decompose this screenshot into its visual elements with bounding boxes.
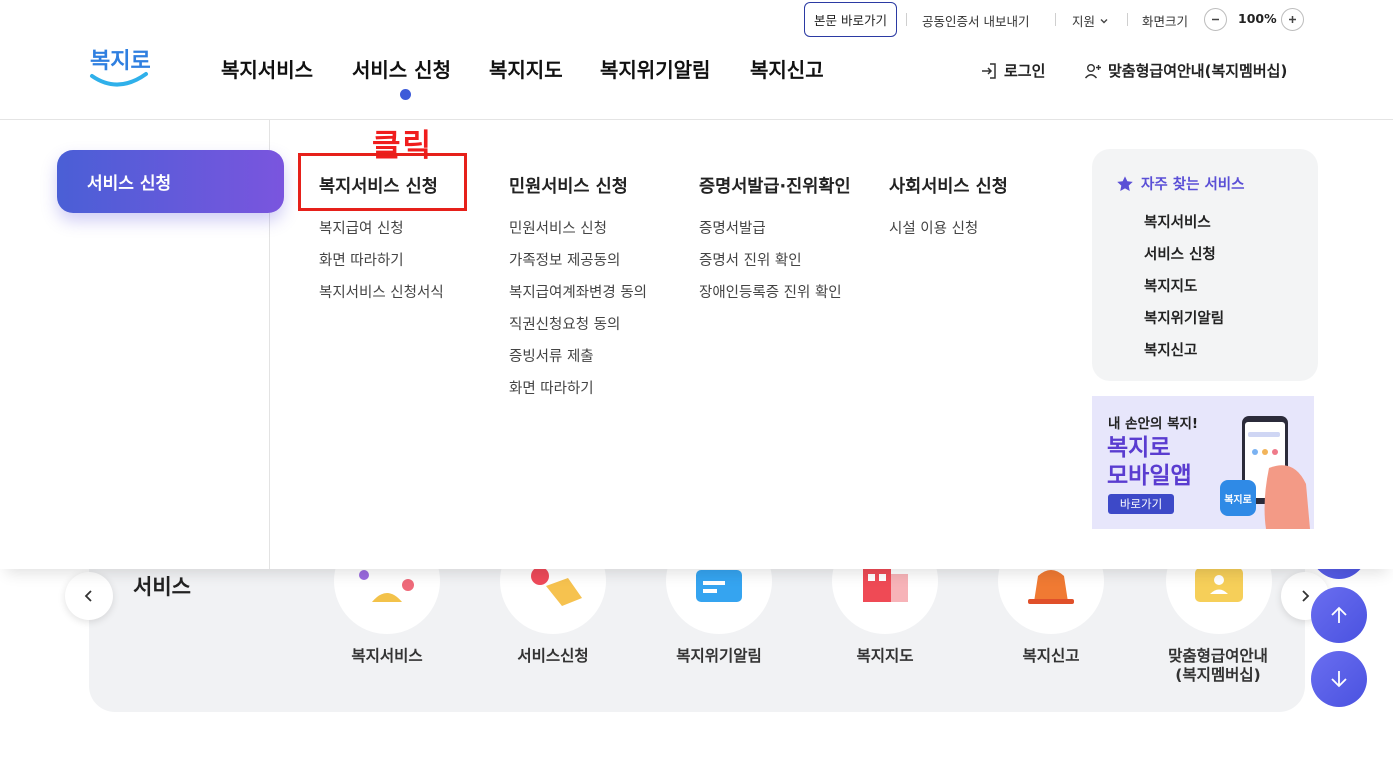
favorites-panel: 자주 찾는 서비스 복지서비스 서비스 신청 복지지도 복지위기알림 복지신고 <box>1092 149 1318 381</box>
zoom-out-button[interactable] <box>1204 8 1227 31</box>
service-shortcut-label: 복지서비스 <box>351 647 423 665</box>
chevron-right-icon <box>1302 590 1310 602</box>
chevron-left-icon <box>84 590 92 602</box>
service-shortcut-label: 복지지도 <box>856 647 914 665</box>
menu-item[interactable]: 복지급여계좌변경 동의 <box>509 281 647 302</box>
favorites-title-label: 자주 찾는 서비스 <box>1141 177 1245 193</box>
membership-link[interactable]: 맞춤형급여안내(복지멤버십) <box>1084 60 1287 81</box>
utility-bar: 본문 바로가기 공동인증서 내보내기 지원 화면크기 100% <box>0 2 1393 38</box>
carousel-prev-button[interactable] <box>65 572 113 620</box>
site-logo[interactable]: 복지로 <box>86 38 151 92</box>
menu-item[interactable]: 시설 이용 신청 <box>889 217 978 238</box>
cert-export-link[interactable]: 공동인증서 내보내기 <box>922 11 1029 30</box>
nav-welfare-crisis-alert[interactable]: 복지위기알림 <box>600 54 710 83</box>
favorites-title: 자주 찾는 서비스 <box>1116 173 1244 194</box>
service-shortcut-label: 복지위기알림 <box>676 647 762 665</box>
membership-label: 맞춤형급여안내(복지멤버십) <box>1108 62 1288 80</box>
favorite-item[interactable]: 복지지도 <box>1144 275 1197 296</box>
zoom-in-button[interactable] <box>1281 8 1304 31</box>
nav-welfare-map[interactable]: 복지지도 <box>489 54 563 83</box>
plus-icon <box>1289 16 1296 23</box>
banner-title-line: 복지로 <box>1107 435 1171 461</box>
menu-item[interactable]: 증빙서류 제출 <box>509 345 594 366</box>
menu-item[interactable]: 장애인등록증 진위 확인 <box>699 281 842 302</box>
menu-item[interactable]: 민원서비스 신청 <box>509 217 607 238</box>
mega-menu-active-category[interactable]: 서비스 신청 <box>57 150 284 213</box>
svg-text:복지로: 복지로 <box>90 49 150 74</box>
menu-heading-civil-apply[interactable]: 민원서비스 신청 <box>509 173 628 198</box>
menu-heading-certificate[interactable]: 증명서발급·진위확인 <box>699 173 851 198</box>
menu-heading-welfare-apply[interactable]: 복지서비스 신청 <box>319 173 438 198</box>
support-label: 지원 <box>1072 14 1096 29</box>
divider <box>1055 13 1056 26</box>
app-icon: 복지로 <box>1220 480 1256 516</box>
arrow-down-icon <box>1331 671 1347 688</box>
minus-icon <box>1212 18 1219 21</box>
mobile-app-banner[interactable]: 내 손안의 복지! 복지로 모바일앱 바로가기 복지로 <box>1092 396 1314 529</box>
scroll-bottom-button[interactable] <box>1311 651 1367 707</box>
banner-title: 복지로 모바일앱 <box>1107 434 1192 490</box>
nav-welfare-report[interactable]: 복지신고 <box>750 54 824 83</box>
menu-heading-social-service[interactable]: 사회서비스 신청 <box>889 173 1008 198</box>
menu-item[interactable]: 복지서비스 신청서식 <box>319 281 444 302</box>
mega-menu-dropdown: 서비스 신청 클릭 복지서비스 신청 복지급여 신청 화면 따라하기 복지서비스… <box>0 120 1393 569</box>
arrow-up-icon <box>1331 606 1347 623</box>
service-shortcut-label: 맞춤형급여안내 (복지멤버십) <box>1168 647 1268 684</box>
zoom-value: 100% <box>1238 11 1277 26</box>
menu-item[interactable]: 화면 따라하기 <box>509 377 594 398</box>
zoom-label: 화면크기 <box>1142 14 1189 29</box>
menu-item[interactable]: 가족정보 제공동의 <box>509 249 620 270</box>
divider <box>1127 13 1128 26</box>
menu-item[interactable]: 화면 따라하기 <box>319 249 404 270</box>
favorite-item[interactable]: 서비스 신청 <box>1144 243 1216 264</box>
nav-welfare-service[interactable]: 복지서비스 <box>221 54 313 83</box>
favorite-item[interactable]: 복지서비스 <box>1144 211 1211 232</box>
nav-service-apply[interactable]: 서비스 신청 <box>352 54 451 83</box>
favorite-item[interactable]: 복지위기알림 <box>1144 307 1224 328</box>
banner-title-line: 모바일앱 <box>1107 463 1192 489</box>
star-icon <box>1117 175 1133 191</box>
service-shortcut-label: 서비스신청 <box>517 647 589 665</box>
menu-item[interactable]: 직권신청요청 동의 <box>509 313 620 334</box>
login-link[interactable]: 로그인 <box>980 60 1045 81</box>
chevron-down-icon <box>1100 18 1108 23</box>
banner-tagline: 내 손안의 복지! <box>1108 416 1199 432</box>
divider <box>906 13 907 26</box>
service-shortcut-label: 복지신고 <box>1022 647 1080 665</box>
menu-item[interactable]: 복지급여 신청 <box>319 217 404 238</box>
menu-item[interactable]: 증명서발급 <box>699 217 766 238</box>
active-nav-indicator <box>400 89 411 100</box>
login-label: 로그인 <box>1004 62 1046 80</box>
favorite-item[interactable]: 복지신고 <box>1144 339 1197 360</box>
scroll-top-button[interactable] <box>1311 587 1367 643</box>
support-dropdown[interactable]: 지원 <box>1072 11 1109 30</box>
login-icon <box>982 62 996 79</box>
bokjiro-logo: 복지로 <box>90 49 151 87</box>
menu-item[interactable]: 증명서 진위 확인 <box>699 249 802 270</box>
section-title: 서비스 <box>133 575 191 599</box>
skip-to-content-button[interactable]: 본문 바로가기 <box>804 2 897 37</box>
user-add-icon <box>1084 63 1101 78</box>
banner-go-button[interactable]: 바로가기 <box>1108 494 1174 514</box>
